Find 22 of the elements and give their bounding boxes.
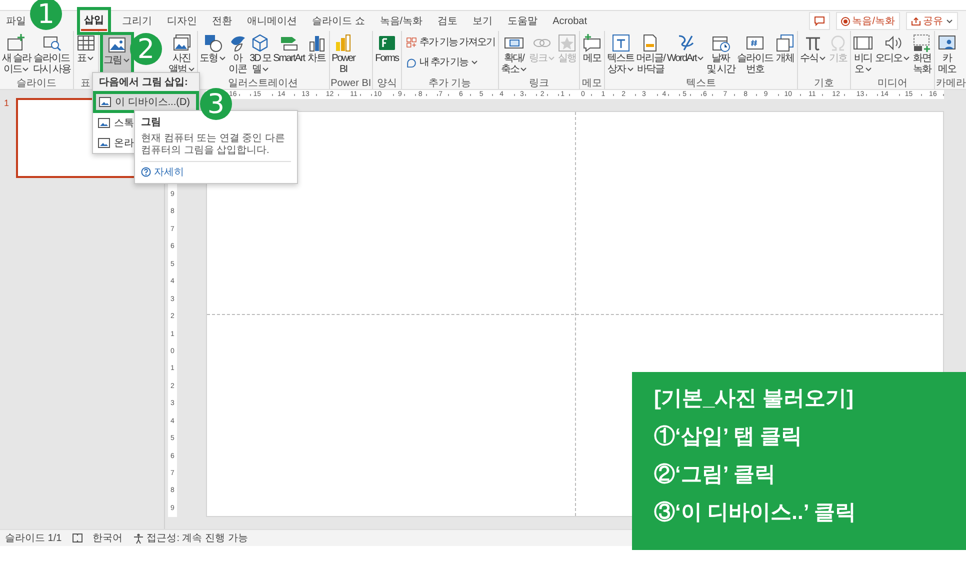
instruction-step: ③‘이 디바이스..’ 클릭 (654, 498, 944, 526)
group-label: 미디어 (876, 78, 909, 89)
instruction-step: ②‘그림’ 클릭 (654, 460, 944, 488)
group-label: 카메라 (936, 78, 966, 89)
step-number: 1 (30, 0, 62, 30)
group-label: 텍스트 (685, 78, 718, 89)
group-label: 추가 기능 (427, 78, 472, 89)
slide-number: 1 (3, 98, 10, 108)
group-label: 슬라이드 (15, 78, 58, 89)
tooltip-title: 그림 (141, 116, 162, 129)
menu-header: 다음에서 그림 삽입: (93, 73, 199, 91)
group-label: 메모 (581, 78, 604, 89)
instruction-title: [기본_사진 불러오기] (654, 386, 854, 412)
group-label: Power BI (330, 78, 372, 89)
tooltip-text: 현재 컴퓨터 또는 연결 중인 다른 컴퓨터의 그림을 삽입합니다. (141, 133, 286, 157)
group-label: 기호 (813, 78, 836, 89)
group-label: 양식 (376, 78, 398, 89)
instruction-step: ①‘삽입’ 탭 클릭 (654, 422, 944, 450)
group-label: 링크 (528, 78, 550, 89)
group-label: 일러스트레이션 (227, 78, 300, 89)
group-label: 표 (80, 78, 92, 89)
slide-counter: 슬라이드 1/1 (5, 532, 62, 545)
